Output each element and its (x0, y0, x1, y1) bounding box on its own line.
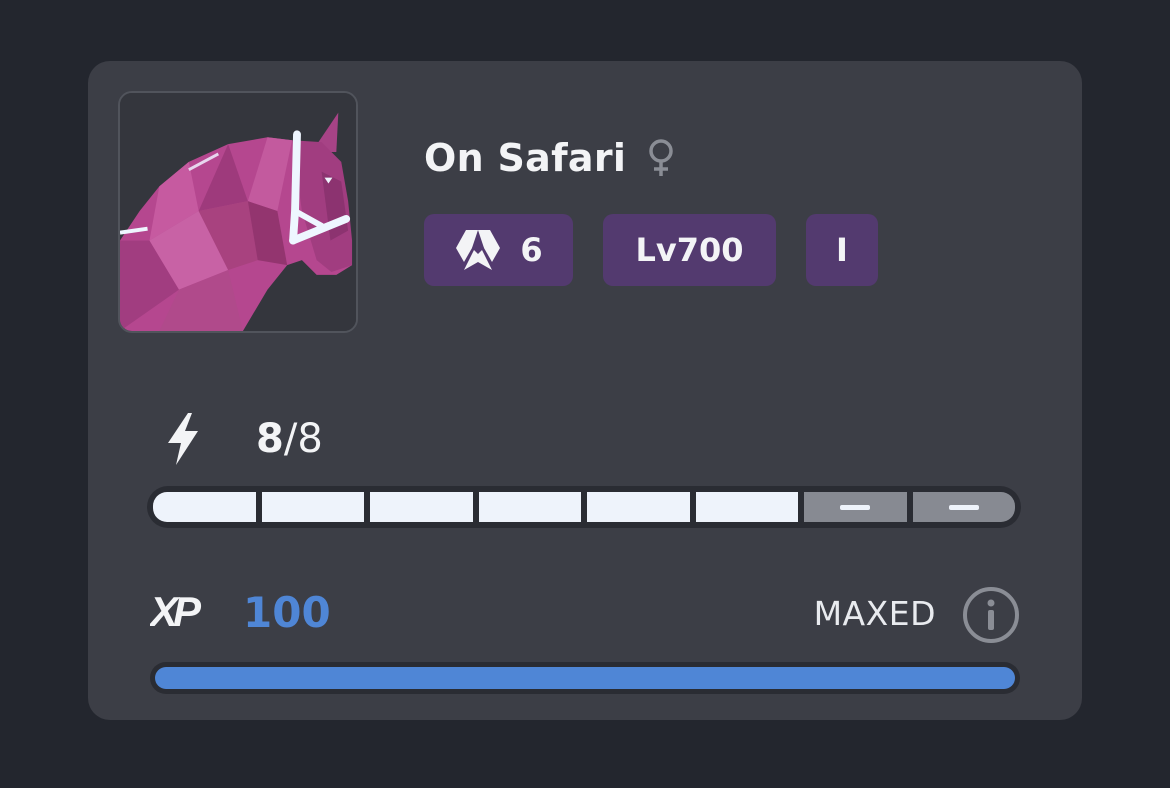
energy-bar (147, 486, 1021, 528)
dash-icon (948, 504, 979, 510)
generation-label: I (836, 231, 848, 269)
horse-portrait[interactable] (118, 91, 358, 333)
xp-progress-bar (150, 662, 1020, 694)
energy-segment-filled (153, 492, 256, 522)
energy-segment-filled (587, 492, 690, 522)
energy-segments (153, 492, 1015, 522)
energy-segment-filled (478, 492, 581, 522)
female-symbol-icon (649, 139, 673, 176)
breed-badge[interactable]: 6 (424, 214, 573, 286)
info-icon[interactable] (962, 586, 1020, 644)
horse-badges: 6 Lv700 I (424, 214, 878, 286)
level-badge[interactable]: Lv700 (603, 214, 776, 286)
xp-status: MAXED (813, 594, 936, 633)
xp-row: XP 100 MAXED (150, 586, 1020, 644)
energy-separator: / (283, 416, 298, 462)
level-label: Lv700 (635, 231, 744, 269)
dash-icon (840, 504, 871, 510)
horse-portrait-image (120, 93, 356, 331)
xp-value: 100 (243, 588, 331, 637)
horse-name-row: On Safari (424, 133, 676, 183)
energy-segment-empty (804, 492, 907, 522)
zed-breed-icon (456, 230, 501, 270)
energy-row: 8/8 (164, 411, 323, 467)
energy-current: 8 (256, 416, 284, 462)
energy-segment-filled (261, 492, 364, 522)
energy-segment-empty (912, 492, 1015, 522)
xp-progress-fill (155, 667, 1015, 689)
energy-segment-filled (695, 492, 798, 522)
xp-logo: XP (150, 590, 207, 632)
energy-count: 8/8 (256, 416, 323, 462)
generation-badge[interactable]: I (806, 214, 878, 286)
horse-card: On Safari 6 Lv700 I 8/8 XP 100 MAXED (88, 61, 1082, 720)
energy-segment-filled (370, 492, 473, 522)
energy-max: 8 (297, 416, 323, 462)
horse-name: On Safari (424, 136, 627, 180)
xp-logo-text: XP (150, 590, 202, 632)
breed-value: 6 (520, 231, 543, 269)
lightning-bolt-icon (168, 413, 198, 465)
